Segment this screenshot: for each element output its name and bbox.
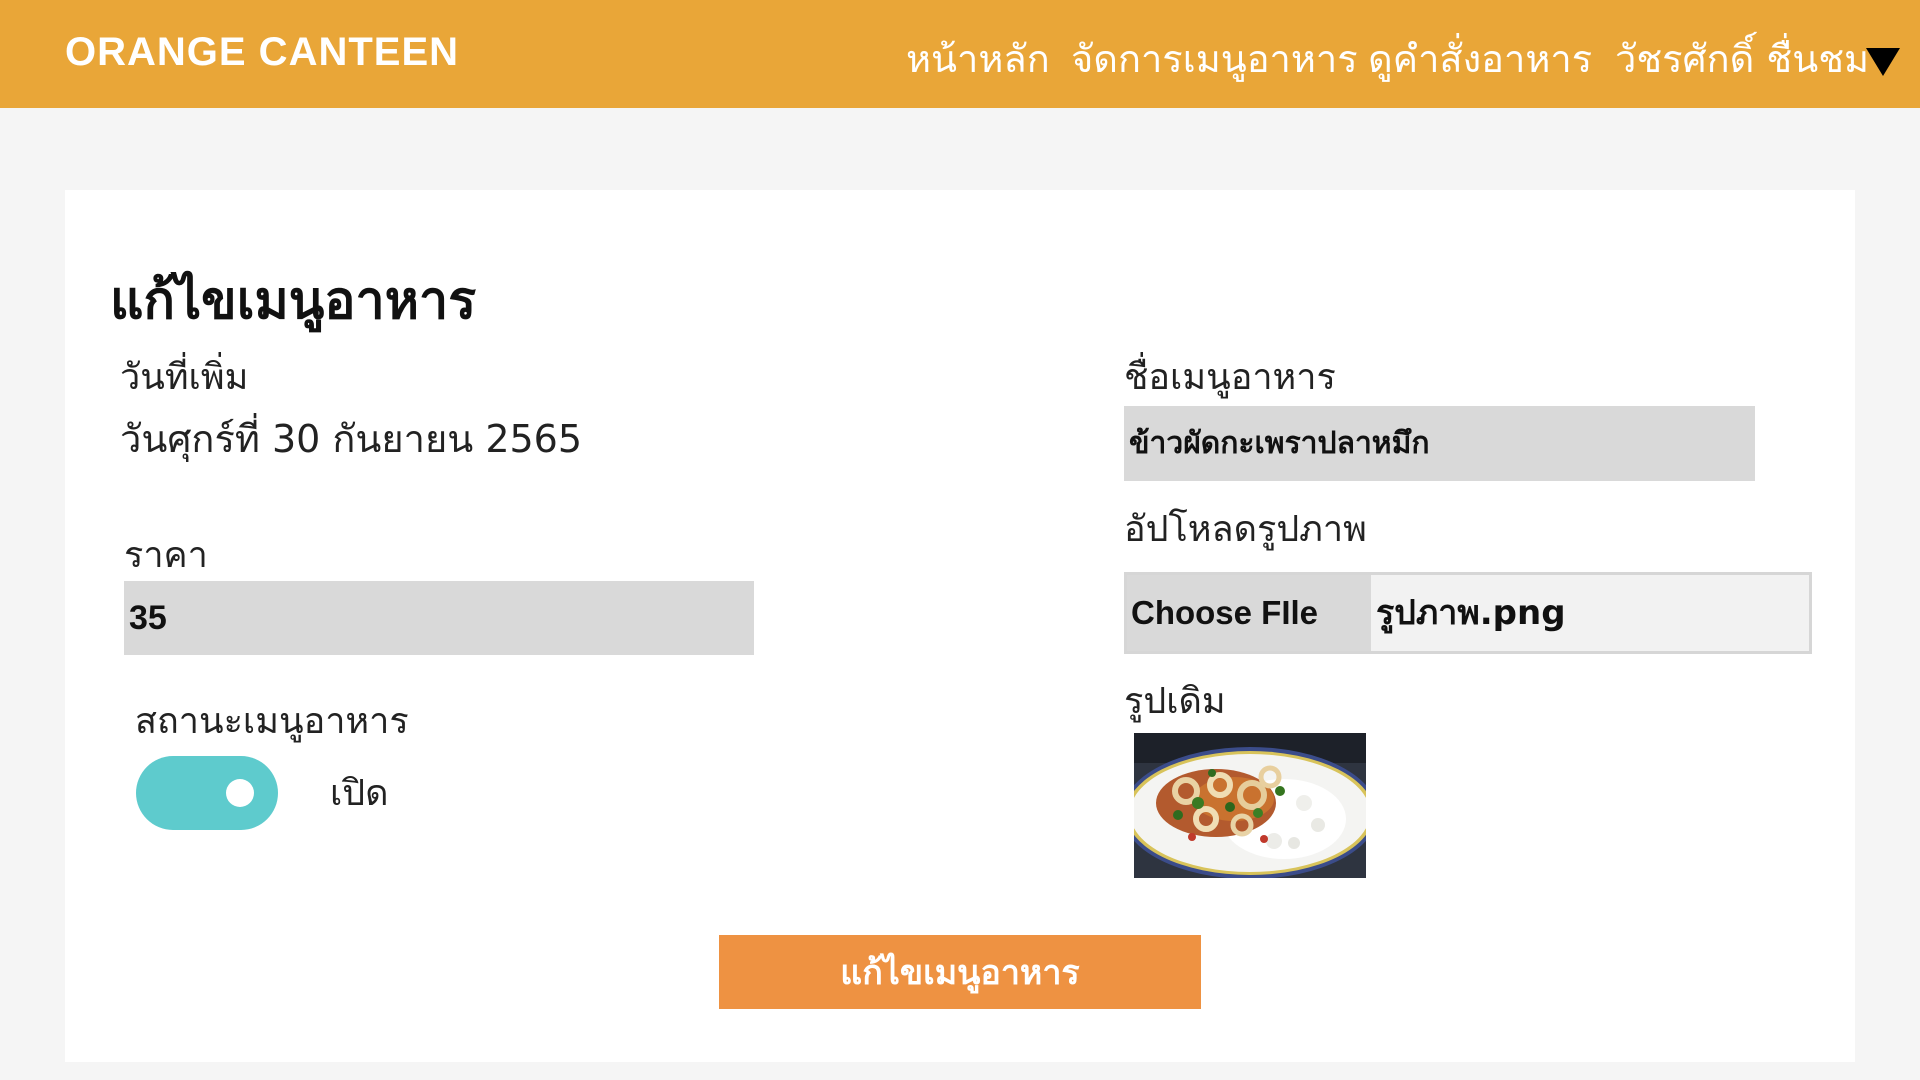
old-food-image [1134,733,1366,878]
old-image-label: รูปเดิม [1124,681,1226,722]
file-upload-field[interactable]: Choose FIle รูปภาพ.png [1124,572,1812,654]
user-menu[interactable]: วัชรศักดิ์ ชื่นชม [1615,28,1869,89]
nav-view-orders-link[interactable]: ดูคำสั่งอาหาร [1368,28,1592,89]
menu-status-text: เปิด [330,773,389,814]
brand-logo[interactable]: ORANGE CANTEEN [65,30,459,75]
nav-manage-menu-link[interactable]: จัดการเมนูอาหาร [1071,28,1358,89]
top-navbar: ORANGE CANTEEN หน้าหลัก จัดการเมนูอาหาร … [0,0,1920,108]
submit-edit-menu-button[interactable]: แก้ไขเมนูอาหาร [719,935,1201,1009]
nav-home-link[interactable]: หน้าหลัก [906,28,1050,89]
menu-name-input[interactable] [1124,406,1755,481]
date-added-label: วันที่เพิ่ม [120,357,249,398]
price-input[interactable] [124,581,754,655]
page-title: แก้ไขเมนูอาหาร [110,271,477,331]
date-added-value: วันศุกร์ที่ 30 กันยายน 2565 [120,417,583,461]
upload-image-label: อัปโหลดรูปภาพ [1124,509,1367,550]
price-label: ราคา [124,535,208,576]
toggle-knob [226,779,254,807]
triangle-down-icon[interactable] [1866,48,1900,76]
menu-name-label: ชื่อเมนูอาหาร [1124,357,1336,398]
menu-status-toggle[interactable] [136,756,278,830]
choose-file-button[interactable]: Choose FIle [1127,575,1371,651]
selected-file-name: รูปภาพ.png [1376,593,1566,633]
food-plate-picture [1134,733,1366,878]
menu-status-label: สถานะเมนูอาหาร [135,701,409,742]
